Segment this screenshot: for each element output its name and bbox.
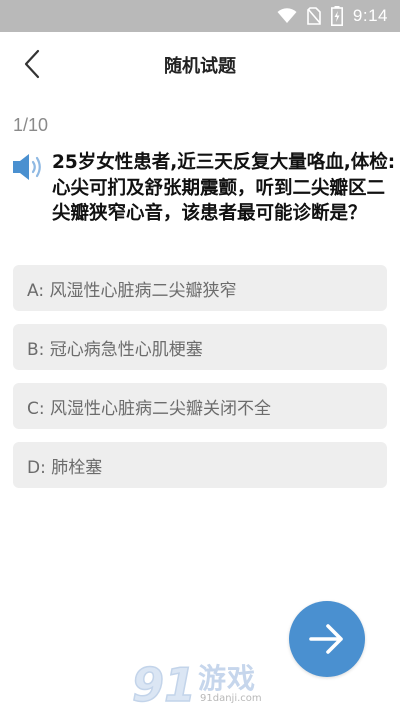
question-progress: 1/10 (13, 115, 49, 135)
watermark: 91 游戏 91danji.com (130, 655, 270, 711)
next-question-button[interactable] (289, 601, 365, 677)
question-block: 25岁女性患者,近三天反复大量咯血,体检:心尖可扪及舒张期震颤，听到二尖瓣区二尖… (12, 150, 396, 227)
svg-text:91: 91 (132, 658, 196, 711)
arrow-right-icon (309, 624, 343, 654)
wifi-icon (277, 8, 297, 24)
option-d[interactable]: D: 肺栓塞 (13, 442, 387, 488)
option-a[interactable]: A: 风湿性心脏病二尖瓣狭窄 (13, 265, 387, 311)
battery-charging-icon (330, 6, 343, 26)
watermark-url: 91danji.com (200, 693, 262, 704)
app-header: 随机试题 (0, 32, 400, 98)
no-sim-icon (307, 7, 321, 25)
speaker-icon[interactable] (12, 152, 46, 182)
option-c[interactable]: C: 风湿性心脏病二尖瓣关闭不全 (13, 383, 387, 429)
watermark-logo: 91 (131, 657, 197, 711)
status-bar: 9:14 (0, 0, 400, 32)
question-text: 25岁女性患者,近三天反复大量咯血,体检:心尖可扪及舒张期震颤，听到二尖瓣区二尖… (52, 152, 396, 224)
watermark-text: 游戏 (198, 662, 257, 695)
option-b[interactable]: B: 冠心病急性心肌梗塞 (13, 324, 387, 370)
page-title: 随机试题 (164, 56, 236, 77)
status-time: 9:14 (352, 6, 388, 25)
